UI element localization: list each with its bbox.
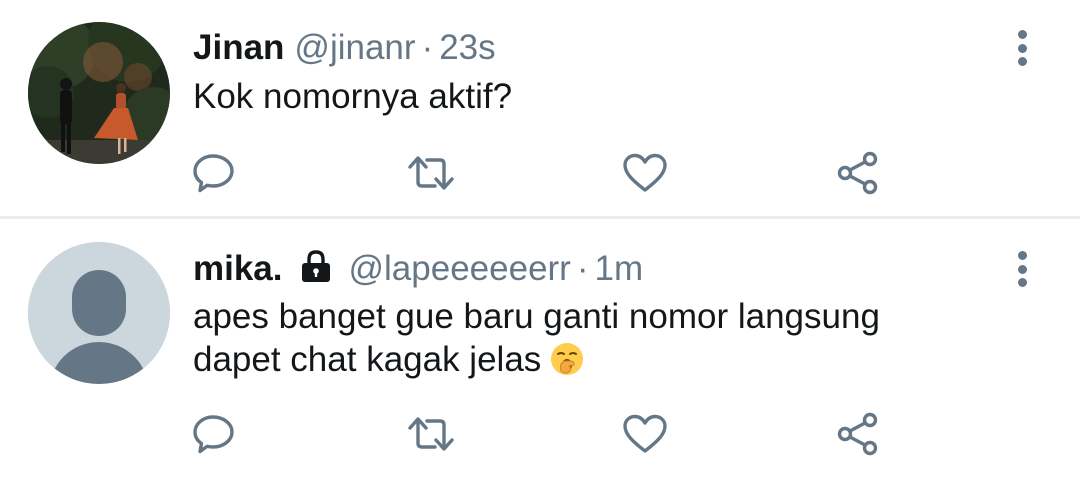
timestamp[interactable]: 23s bbox=[439, 28, 495, 68]
more-vertical-icon[interactable] bbox=[1010, 249, 1034, 289]
retweet-button[interactable] bbox=[406, 148, 456, 198]
separator-dot: · bbox=[576, 249, 589, 288]
retweet-icon bbox=[408, 417, 454, 451]
more-vertical-icon[interactable] bbox=[1010, 28, 1034, 68]
user-handle[interactable]: @jinanr bbox=[294, 28, 415, 68]
tweet-text: Kok nomornya aktif? bbox=[193, 75, 512, 118]
share-button[interactable] bbox=[833, 409, 883, 459]
timestamp[interactable]: 1m bbox=[595, 249, 644, 289]
reply-icon bbox=[193, 415, 234, 454]
tweet[interactable]: Jinan @jinanr · 23s Kok nomornya aktif? bbox=[0, 0, 1080, 216]
tweet-text-line: Kok nomornya aktif? bbox=[193, 77, 513, 116]
reply-icon bbox=[193, 154, 234, 193]
like-button[interactable] bbox=[620, 409, 670, 459]
separator-dot: · bbox=[421, 28, 434, 67]
display-name[interactable]: Jinan bbox=[193, 28, 284, 68]
share-icon bbox=[837, 151, 878, 195]
tweet-text-line: apes banget gue baru ganti nomor langsun… bbox=[193, 297, 880, 336]
retweet-icon bbox=[408, 156, 454, 190]
tweet[interactable]: mika. @lapeeeeeerr · 1m apes banget gue … bbox=[0, 219, 1080, 477]
like-button[interactable] bbox=[620, 148, 670, 198]
avatar[interactable] bbox=[28, 242, 170, 384]
retweet-button[interactable] bbox=[406, 409, 456, 459]
avatar[interactable] bbox=[28, 22, 170, 164]
lock-icon bbox=[299, 249, 333, 292]
avatar-photo bbox=[28, 22, 170, 164]
default-avatar-icon bbox=[28, 242, 170, 384]
tweet-text-line: dapet chat kagak jelas bbox=[193, 340, 542, 379]
heart-icon bbox=[623, 153, 667, 192]
reply-button[interactable] bbox=[190, 409, 240, 459]
tweet-text: apes banget gue baru ganti nomor langsun… bbox=[193, 295, 880, 387]
share-button[interactable] bbox=[833, 148, 883, 198]
display-name[interactable]: mika. bbox=[193, 249, 283, 289]
heart-icon bbox=[623, 414, 667, 453]
share-icon bbox=[837, 412, 878, 456]
tweet-header: mika. @lapeeeeeerr · 1m bbox=[193, 249, 643, 292]
tweet-header: Jinan @jinanr · 23s bbox=[193, 28, 496, 68]
user-handle[interactable]: @lapeeeeeerr bbox=[349, 249, 571, 289]
tweet-actions bbox=[0, 409, 1080, 459]
tweet-actions bbox=[0, 148, 1080, 198]
reply-button[interactable] bbox=[190, 148, 240, 198]
yawning-face-emoji bbox=[549, 341, 585, 387]
